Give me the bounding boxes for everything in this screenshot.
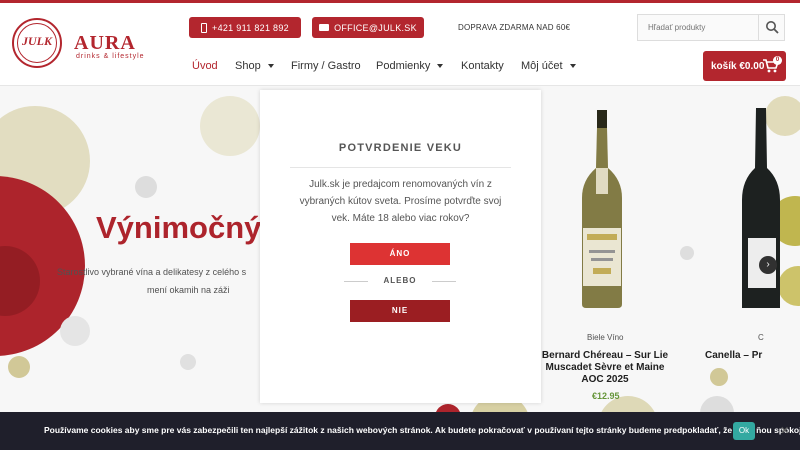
envelope-icon <box>319 24 330 31</box>
cookie-accept-button[interactable]: Ok <box>733 422 755 440</box>
nav-item-uvod[interactable]: Úvod <box>192 60 218 72</box>
cookie-message: Používame cookies aby sme pre vás zabezp… <box>44 425 800 435</box>
phone-icon <box>201 22 208 33</box>
nav-item-moj-ucet[interactable]: Môj účet <box>521 60 576 72</box>
top-accent-line <box>0 0 800 3</box>
search-button[interactable] <box>758 15 784 40</box>
cookie-consent-bar: Používame cookies aby sme pre vás zabezp… <box>0 412 800 450</box>
cart-count-badge: 0 <box>773 56 782 65</box>
email-address: OFFICE@JULK.SK <box>334 22 417 33</box>
nav-item-shop[interactable]: Shop <box>235 60 274 72</box>
nav-label-uvod: Úvod <box>192 60 218 72</box>
modal-message: Julk.sk je predajcom renomovaných vín z … <box>299 179 502 224</box>
phone-number: +421 911 821 892 <box>212 22 289 33</box>
julk-logo[interactable]: JULK <box>12 18 62 68</box>
search-input[interactable] <box>638 15 758 40</box>
chevron-down-icon <box>569 64 576 68</box>
nav-label-firmy: Firmy / Gastro <box>291 60 361 72</box>
cart-label: košík €0.00 <box>711 60 765 72</box>
phone-button[interactable]: +421 911 821 892 <box>189 17 301 38</box>
nav-item-firmy-gastro[interactable]: Firmy / Gastro <box>291 60 361 72</box>
search-icon <box>766 21 779 34</box>
age-confirm-no-button[interactable]: NIE <box>350 300 450 322</box>
nav-label-podmienky: Podmienky <box>376 60 431 72</box>
email-button[interactable]: OFFICE@JULK.SK <box>312 17 424 38</box>
nav-label-kontakty: Kontakty <box>461 60 504 72</box>
chevron-down-icon <box>437 64 444 68</box>
nav-label-shop: Shop <box>235 60 261 72</box>
modal-title: POTVRDENIE VEKU <box>338 142 463 154</box>
nav-item-kontakty[interactable]: Kontakty <box>461 60 504 72</box>
age-verification-modal: POTVRDENIE VEKU Julk.sk je predajcom ren… <box>260 90 541 403</box>
nav-item-podmienky[interactable]: Podmienky <box>376 60 444 72</box>
separator-line <box>432 281 456 282</box>
age-confirm-yes-button[interactable]: ÁNO <box>350 243 450 265</box>
nav-label-ucet: Môj účet <box>521 60 563 72</box>
modal-divider <box>290 167 511 168</box>
julk-logo-text: JULK <box>22 34 52 48</box>
aura-logo-tagline: drinks & lifestyle <box>76 53 145 60</box>
search-box <box>637 14 785 41</box>
close-icon[interactable]: ✕ <box>780 424 789 437</box>
site-header: JULK AURA drinks & lifestyle +421 911 82… <box>0 0 800 86</box>
chevron-down-icon <box>267 64 274 68</box>
or-separator: ALEBO <box>344 276 456 288</box>
aura-logo[interactable]: AURA <box>74 32 136 55</box>
free-shipping-notice: DOPRAVA ZDARMA NAD 60€ <box>458 23 571 32</box>
cart-button[interactable]: košík €0.00 0 <box>703 51 786 81</box>
